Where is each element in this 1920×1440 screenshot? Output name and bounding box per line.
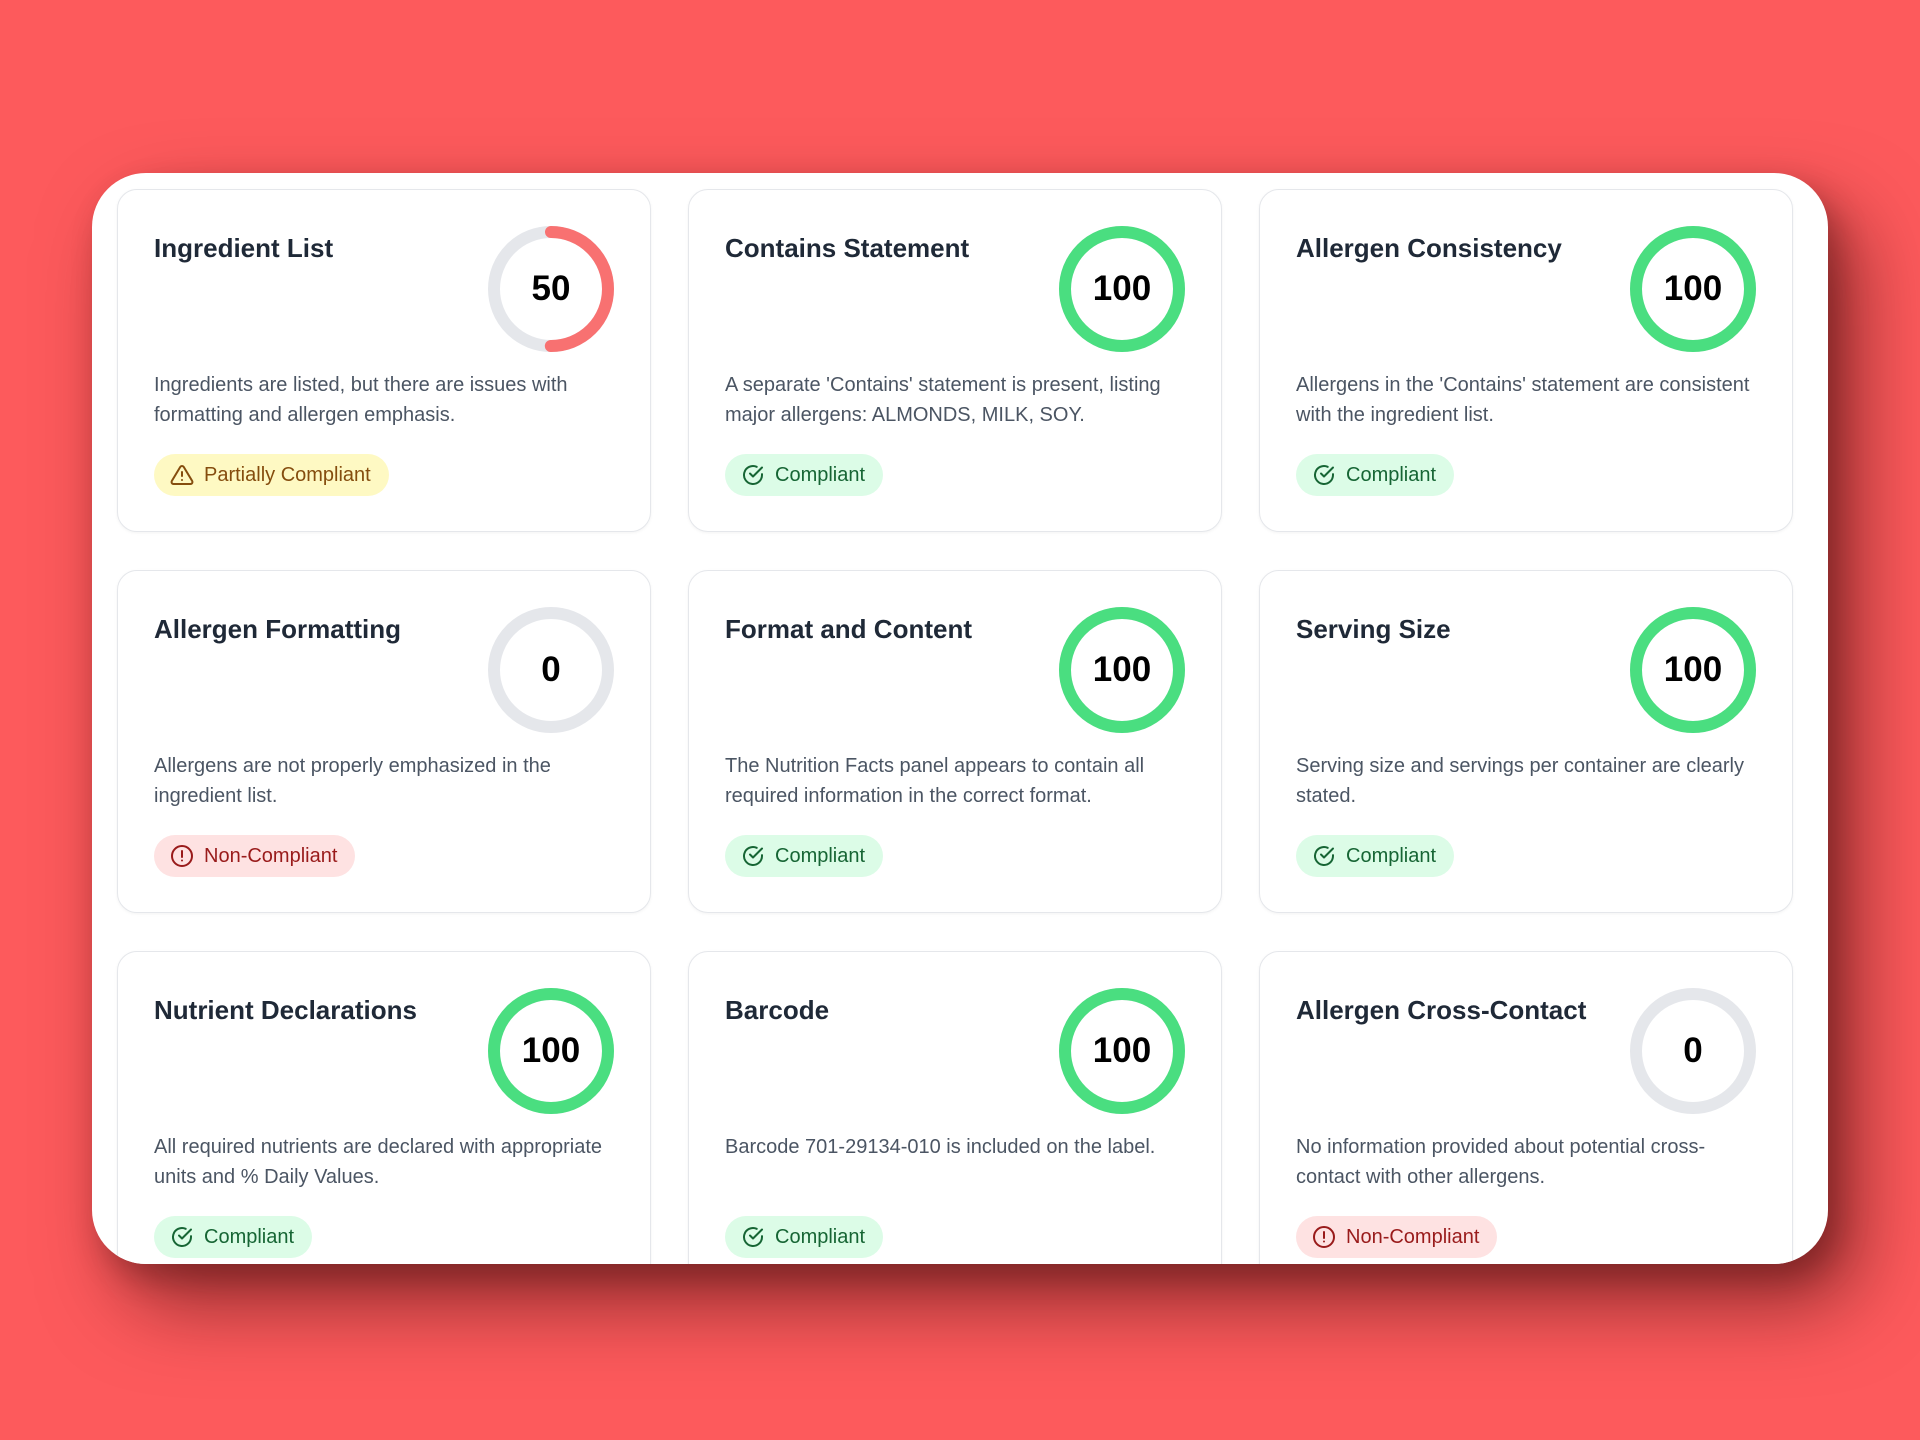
compliance-card-serving-size: Serving Size 100 Serving size and servin…	[1259, 570, 1793, 913]
score-value: 100	[1663, 269, 1723, 308]
status-badge: Compliant	[1296, 835, 1455, 877]
card-description: Allergens are not properly emphasized in…	[154, 755, 551, 807]
score-value: 50	[531, 269, 571, 308]
card-description: Barcode 701-29134-010 is included on the…	[725, 1136, 1156, 1158]
status-badge: Compliant	[1296, 454, 1455, 496]
score-ring: 100	[1630, 226, 1756, 352]
check-circle-icon	[170, 1225, 194, 1249]
score-value: 100	[1092, 650, 1152, 689]
card-title: Barcode	[725, 995, 830, 1025]
compliance-card-allergen-cross-contact: Allergen Cross-Contact 0 No information …	[1259, 951, 1793, 1264]
status-label: Compliant	[204, 1225, 295, 1248]
score-ring: 0	[1630, 988, 1756, 1114]
check-circle-icon	[741, 463, 765, 487]
check-circle-icon	[741, 844, 765, 868]
score-ring: 100	[1059, 988, 1185, 1114]
card-title: Contains Statement	[725, 233, 970, 263]
score-value: 0	[1683, 1031, 1703, 1070]
compliance-card-allergen-consistency: Allergen Consistency 100 Allergens in th…	[1259, 189, 1793, 532]
score-ring: 100	[1059, 607, 1185, 733]
card-title: Allergen Cross-Contact	[1296, 995, 1587, 1025]
score-value: 100	[521, 1031, 581, 1070]
status-badge: Compliant	[725, 835, 884, 877]
status-label: Compliant	[775, 463, 866, 486]
compliance-panel: Ingredient List 50 Ingredients are liste…	[92, 173, 1828, 1264]
compliance-card-allergen-formatting: Allergen Formatting 0 Allergens are not …	[117, 570, 651, 913]
status-label: Compliant	[775, 1225, 866, 1248]
compliance-card-contains-statement: Contains Statement 100 A separate 'Conta…	[688, 189, 1222, 532]
score-ring: 0	[488, 607, 614, 733]
status-badge: Compliant	[154, 1216, 313, 1258]
card-title: Ingredient List	[154, 233, 334, 263]
card-description: The Nutrition Facts panel appears to con…	[725, 755, 1145, 807]
status-label: Compliant	[1346, 463, 1437, 486]
score-ring: 100	[488, 988, 614, 1114]
status-badge: Compliant	[725, 454, 884, 496]
check-circle-icon	[741, 1225, 765, 1249]
compliance-card-barcode: Barcode 100 Barcode 701-29134-010 is inc…	[688, 951, 1222, 1264]
card-title: Allergen Consistency	[1296, 233, 1562, 263]
compliance-grid: Ingredient List 50 Ingredients are liste…	[117, 189, 1793, 1264]
score-ring: 50	[488, 226, 614, 352]
status-label: Compliant	[775, 844, 866, 867]
card-description: Allergens in the 'Contains' statement ar…	[1296, 374, 1750, 426]
status-label: Non-Compliant	[204, 844, 338, 867]
compliance-card-format-and-content: Format and Content 100 The Nutrition Fac…	[688, 570, 1222, 913]
status-label: Non-Compliant	[1346, 1225, 1480, 1248]
warning-triangle-icon	[170, 463, 194, 487]
card-title: Serving Size	[1296, 614, 1451, 644]
status-label: Compliant	[1346, 844, 1437, 867]
card-title: Nutrient Declarations	[154, 995, 417, 1025]
status-badge: Partially Compliant	[154, 454, 389, 496]
status-badge: Non-Compliant	[1296, 1216, 1498, 1258]
card-title: Allergen Formatting	[154, 614, 402, 644]
score-ring: 100	[1059, 226, 1185, 352]
score-value: 100	[1663, 650, 1723, 689]
alert-circle-icon	[1312, 1225, 1336, 1249]
compliance-card-nutrient-declarations: Nutrient Declarations 100 All required n…	[117, 951, 651, 1264]
score-value: 0	[541, 650, 561, 689]
card-description: All required nutrients are declared with…	[154, 1136, 603, 1188]
card-title: Format and Content	[725, 614, 972, 644]
score-value: 100	[1092, 269, 1152, 308]
card-description: No information provided about potential …	[1296, 1136, 1706, 1188]
card-description: A separate 'Contains' statement is prese…	[725, 374, 1161, 426]
status-label: Partially Compliant	[204, 463, 371, 486]
status-badge: Compliant	[725, 1216, 884, 1258]
score-ring: 100	[1630, 607, 1756, 733]
check-circle-icon	[1312, 844, 1336, 868]
score-value: 100	[1092, 1031, 1152, 1070]
status-badge: Non-Compliant	[154, 835, 356, 877]
alert-circle-icon	[170, 844, 194, 868]
card-description: Serving size and servings per container …	[1296, 755, 1744, 807]
card-description: Ingredients are listed, but there are is…	[154, 374, 568, 426]
compliance-card-ingredient-list: Ingredient List 50 Ingredients are liste…	[117, 189, 651, 532]
check-circle-icon	[1312, 463, 1336, 487]
